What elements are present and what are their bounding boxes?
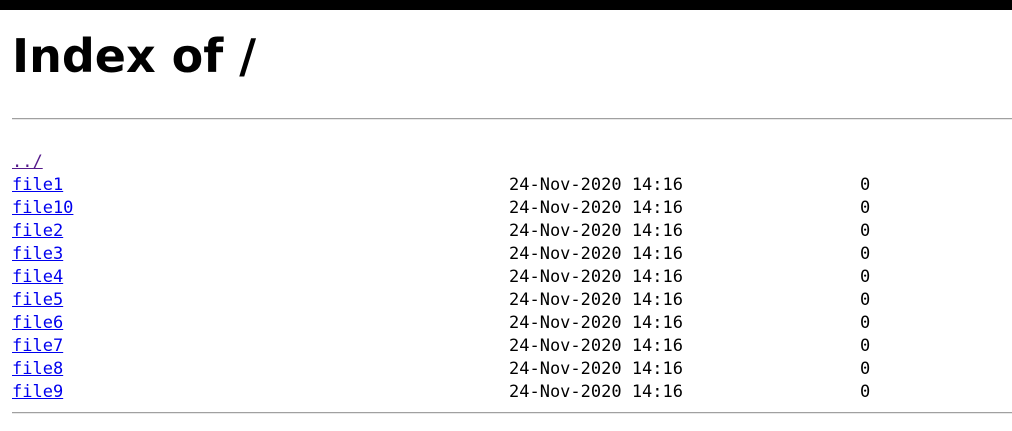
file-row: file10 24-Nov-2020 14:16 0: [12, 197, 1012, 220]
browser-top-bar: [0, 0, 1012, 10]
file-link[interactable]: file6: [12, 312, 63, 335]
parent-directory-link[interactable]: ../: [12, 151, 43, 174]
file-size: 0: [860, 290, 871, 310]
file-row: file6 24-Nov-2020 14:16 0: [12, 312, 1012, 335]
file-link[interactable]: file9: [12, 381, 63, 404]
file-link[interactable]: file7: [12, 335, 63, 358]
file-modified-date: 24-Nov-2020 14:16: [509, 382, 683, 402]
bottom-divider: [12, 412, 1012, 414]
file-modified-date: 24-Nov-2020 14:16: [509, 175, 683, 195]
file-link[interactable]: file1: [12, 174, 63, 197]
file-size: 0: [860, 382, 871, 402]
file-modified-date: 24-Nov-2020 14:16: [509, 290, 683, 310]
file-size: 0: [860, 313, 871, 333]
directory-index-page: Index of / ../ file1 24-Nov-2020 14:16 0…: [12, 10, 1012, 414]
file-row: file7 24-Nov-2020 14:16 0: [12, 335, 1012, 358]
file-size: 0: [860, 267, 871, 287]
file-row: file5 24-Nov-2020 14:16 0: [12, 289, 1012, 312]
file-row: file2 24-Nov-2020 14:16 0: [12, 220, 1012, 243]
file-link[interactable]: file5: [12, 289, 63, 312]
file-modified-date: 24-Nov-2020 14:16: [509, 244, 683, 264]
file-listing: ../ file1 24-Nov-2020 14:16 0 file10 24-…: [12, 151, 1012, 404]
file-row: file3 24-Nov-2020 14:16 0: [12, 243, 1012, 266]
parent-directory-row: ../: [12, 151, 1012, 174]
file-modified-date: 24-Nov-2020 14:16: [509, 221, 683, 241]
file-size: 0: [860, 244, 871, 264]
file-modified-date: 24-Nov-2020 14:16: [509, 313, 683, 333]
file-link[interactable]: file4: [12, 266, 63, 289]
file-size: 0: [860, 175, 871, 195]
file-modified-date: 24-Nov-2020 14:16: [509, 267, 683, 287]
file-modified-date: 24-Nov-2020 14:16: [509, 336, 683, 356]
file-link[interactable]: file3: [12, 243, 63, 266]
file-row: file1 24-Nov-2020 14:16 0: [12, 174, 1012, 197]
file-link[interactable]: file8: [12, 358, 63, 381]
top-divider: [12, 118, 1012, 120]
file-size: 0: [860, 359, 871, 379]
file-row: file4 24-Nov-2020 14:16 0: [12, 266, 1012, 289]
file-size: 0: [860, 198, 871, 218]
file-row: file9 24-Nov-2020 14:16 0: [12, 381, 1012, 404]
file-link[interactable]: file10: [12, 197, 73, 220]
file-size: 0: [860, 336, 871, 356]
file-modified-date: 24-Nov-2020 14:16: [509, 198, 683, 218]
page-title: Index of /: [12, 29, 257, 83]
file-modified-date: 24-Nov-2020 14:16: [509, 359, 683, 379]
file-link[interactable]: file2: [12, 220, 63, 243]
file-row: file8 24-Nov-2020 14:16 0: [12, 358, 1012, 381]
file-size: 0: [860, 221, 871, 241]
